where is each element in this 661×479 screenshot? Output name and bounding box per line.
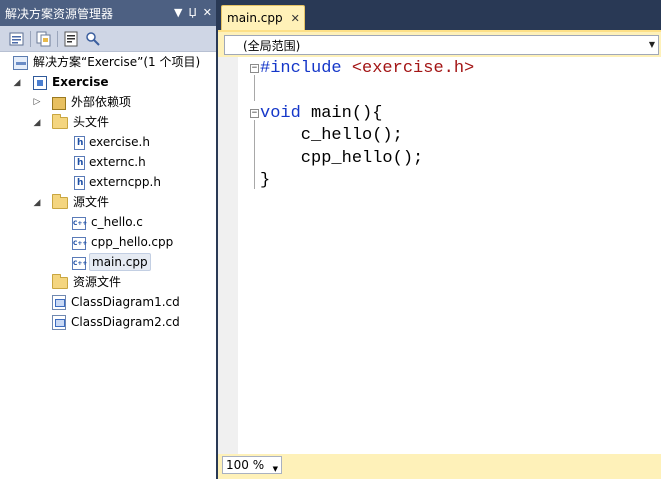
tree-item-external-deps[interactable]: 外部依赖项 [52, 93, 133, 111]
tree-item-file[interactable]: externcpp.h [72, 173, 163, 191]
class-diagram-file-icon [52, 294, 66, 310]
header-file-icon [74, 155, 85, 170]
view-code-button[interactable] [62, 30, 80, 48]
editor-bottom-bar: 100 % ▼ [218, 454, 661, 479]
tab-label: main.cpp [227, 11, 283, 25]
expanded-arrow-icon[interactable]: ◢ [12, 78, 22, 88]
chevron-down-icon[interactable]: ▼ [273, 461, 278, 477]
show-all-files-icon [36, 31, 51, 46]
tree-item-label: externcpp.h [89, 175, 161, 189]
solution-tree: 解决方案“Exercise”(1 个项目) ◢ Exercise ▷ 外部依赖项… [0, 52, 216, 479]
solution-explorer-panel: 解决方案资源管理器 ▼ Џ ✕ 解决方案“Exercise”(1 个项目) ◢ [0, 0, 216, 479]
collapse-outline-icon[interactable]: − [250, 64, 259, 73]
tree-item-label: 资源文件 [73, 275, 122, 289]
indicator-margin [218, 57, 238, 454]
code-line-1: #include <exercise.h> [260, 58, 474, 80]
class-diagram-icon [86, 31, 100, 46]
tree-item-file[interactable]: exercise.h [72, 133, 152, 151]
code-line-4: c_hello(); [260, 126, 403, 145]
tree-item-headers-folder[interactable]: 头文件 [52, 113, 111, 131]
view-code-icon [64, 31, 78, 46]
tree-item-label: ClassDiagram1.cd [71, 295, 180, 309]
tree-item-file[interactable]: c_hello.c [72, 213, 145, 231]
tree-item-label: 解决方案“Exercise”(1 个项目) [33, 55, 201, 69]
tree-item-label: 源文件 [73, 195, 110, 209]
code-line-6: } [260, 171, 271, 190]
tree-item-class-diagram[interactable]: ClassDiagram1.cd [52, 293, 182, 311]
tree-item-label: 外部依赖项 [71, 95, 132, 109]
outline-line [254, 120, 255, 189]
solution-icon [13, 55, 28, 70]
tab-main-cpp[interactable]: main.cpp ✕ [221, 5, 305, 30]
tree-item-label: cpp_hello.cpp [91, 235, 174, 249]
tree-item-resources-folder[interactable]: 资源文件 [52, 273, 123, 291]
navigation-bar: (全局范围) ▼ [218, 30, 661, 57]
tree-item-sources-folder[interactable]: 源文件 [52, 193, 111, 211]
zoom-dropdown[interactable]: 100 % ▼ [222, 456, 282, 474]
properties-button[interactable] [8, 30, 26, 48]
auto-hide-pin-icon[interactable]: Џ [189, 6, 197, 20]
close-tab-icon[interactable]: ✕ [291, 12, 300, 25]
folder-icon [52, 114, 68, 129]
folder-open-icon [52, 194, 68, 209]
code-line-5: cpp_hello(); [260, 149, 424, 168]
class-diagram-file-icon [52, 314, 66, 330]
tree-item-project[interactable]: Exercise [33, 73, 111, 91]
tree-item-label: Exercise [52, 75, 109, 89]
header-file-icon [74, 135, 85, 150]
tree-item-class-diagram[interactable]: ClassDiagram2.cd [52, 313, 182, 331]
folder-icon [52, 274, 68, 289]
close-panel-icon[interactable]: ✕ [203, 6, 212, 20]
tree-item-file-selected[interactable]: main.cpp [72, 253, 151, 271]
code-text-area[interactable]: − − #include <exercise.h> void main(){ c… [218, 57, 661, 454]
tree-item-label: 头文件 [73, 115, 110, 129]
scope-value: (全局范围) [243, 38, 301, 53]
cpp-file-icon [72, 216, 87, 230]
tree-item-solution[interactable]: 解决方案“Exercise”(1 个项目) [13, 53, 202, 71]
tree-item-file[interactable]: externc.h [72, 153, 148, 171]
toolbar-separator [57, 30, 58, 47]
cpp-file-icon [72, 236, 87, 250]
collapsed-arrow-icon[interactable]: ▷ [32, 97, 42, 107]
properties-icon [9, 32, 24, 45]
chevron-down-icon[interactable]: ▼ [649, 40, 655, 49]
tree-item-file[interactable]: cpp_hello.cpp [72, 233, 175, 251]
cpp-project-icon [33, 75, 47, 90]
code-line-3: void main(){ [260, 103, 382, 125]
window-position-dropdown-icon[interactable]: ▼ [174, 6, 182, 20]
class-view-button[interactable] [84, 30, 102, 48]
expanded-arrow-icon[interactable]: ◢ [32, 198, 42, 208]
outline-line [254, 75, 255, 101]
collapse-outline-icon[interactable]: − [250, 109, 259, 118]
horizontal-scrollbar[interactable] [286, 456, 661, 474]
tree-item-label: externc.h [89, 155, 146, 169]
zoom-value: 100 % [226, 458, 265, 472]
solution-explorer-title: 解决方案资源管理器 [5, 7, 114, 21]
document-tab-strip: main.cpp ✕ [218, 0, 661, 30]
preprocessor-directive: #include [260, 59, 342, 78]
tree-item-label: c_hello.c [91, 215, 143, 229]
solution-explorer-toolbar [0, 26, 216, 52]
toolbar-separator [30, 30, 31, 47]
expanded-arrow-icon[interactable]: ◢ [32, 118, 42, 128]
tree-item-label: ClassDiagram2.cd [71, 315, 180, 329]
show-all-files-button[interactable] [35, 30, 53, 48]
cpp-file-icon [72, 256, 87, 270]
references-folder-icon [52, 96, 66, 110]
code-editor: main.cpp ✕ (全局范围) ▼ − − #include <exerci… [218, 0, 661, 479]
tree-item-label: main.cpp [89, 253, 151, 271]
include-path: <exercise.h> [341, 59, 475, 78]
tree-item-label: exercise.h [89, 135, 150, 149]
keyword-void: void [260, 104, 301, 123]
solution-explorer-titlebar[interactable]: 解决方案资源管理器 ▼ Џ ✕ [0, 0, 216, 26]
function-signature: main(){ [300, 104, 383, 123]
scope-dropdown[interactable]: (全局范围) ▼ [224, 35, 659, 55]
header-file-icon [74, 175, 85, 190]
